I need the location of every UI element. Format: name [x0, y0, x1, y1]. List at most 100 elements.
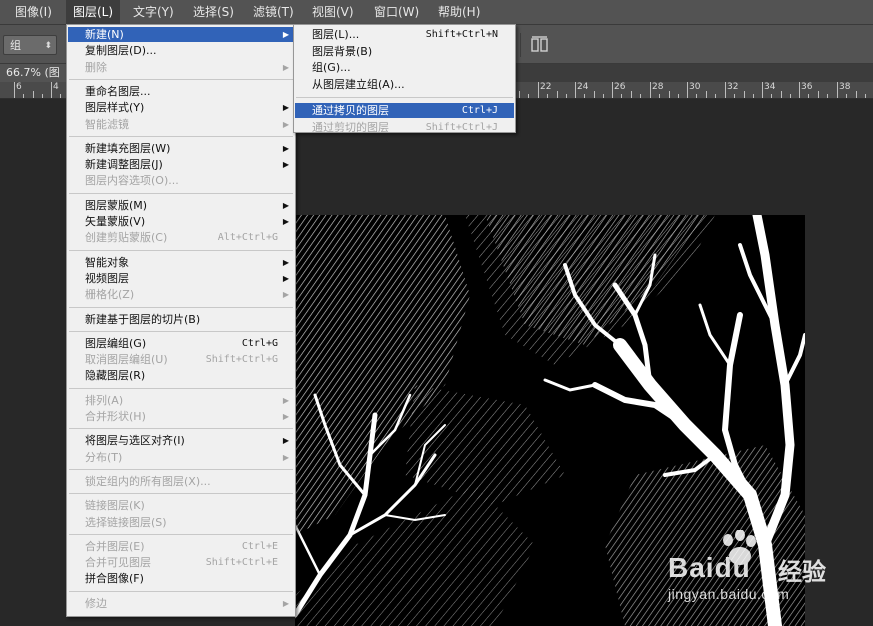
menu-item: 合并可见图层 Shift+Ctrl+E	[68, 555, 294, 570]
menu-item[interactable]: 新建调整图层(J) ▶	[68, 157, 294, 172]
updown-arrow-icon: ⬍	[44, 41, 52, 51]
menu-item-shortcut: Ctrl+J	[461, 104, 498, 116]
ruler-minor-tick	[594, 91, 595, 98]
menu-separator	[69, 428, 293, 430]
ruler-major-tick	[538, 82, 539, 98]
submenu-arrow-icon: ▶	[282, 436, 289, 446]
submenu-arrow-icon: ▶	[282, 395, 289, 405]
menu-item[interactable]: 重命名图层...	[68, 84, 294, 99]
submenu-arrow-icon: ▶	[282, 598, 289, 608]
ruler-minor-tick	[33, 91, 34, 98]
menu-item-label: 组(G)...	[312, 61, 351, 75]
ruler-minor-tick	[781, 91, 782, 98]
menu-item: 分布(T) ▶	[68, 450, 294, 465]
menu-item[interactable]: 视频图层 ▶	[68, 271, 294, 286]
ruler-major-tick	[575, 82, 576, 98]
menu-separator	[69, 387, 293, 389]
menu-item[interactable]: 图层(L)... Shift+Ctrl+N	[295, 27, 514, 42]
menu-item[interactable]: 图层蒙版(M) ▶	[68, 198, 294, 213]
ruler-label: 36	[801, 82, 813, 92]
menu-item-label: 修边	[85, 596, 107, 610]
ruler-minor-tick	[60, 94, 61, 98]
auto-select-value: 组	[10, 39, 21, 52]
menu-item-label: 重命名图层...	[85, 84, 151, 98]
ruler-minor-tick	[753, 94, 754, 98]
menu-item-label: 从图层建立组(A)...	[312, 78, 405, 92]
menu-item-label: 图层样式(Y)	[85, 101, 145, 115]
ruler-label: 30	[689, 82, 701, 92]
menu-item[interactable]: 将图层与选区对齐(I) ▶	[68, 433, 294, 448]
ruler-minor-tick	[744, 91, 745, 98]
ruler-minor-tick	[818, 91, 819, 98]
menu-item: 栅格化(Z) ▶	[68, 287, 294, 302]
menu-image[interactable]: 图像(I)	[8, 0, 59, 24]
menu-layer[interactable]: 图层(L)	[66, 0, 121, 24]
ruler-minor-tick	[771, 94, 772, 98]
ruler-minor-tick	[547, 94, 548, 98]
ruler-minor-tick	[519, 91, 520, 98]
menu-item-label: 分布(T)	[85, 450, 123, 464]
menu-item[interactable]: 矢量蒙版(V) ▶	[68, 214, 294, 229]
ruler-major-tick	[14, 82, 15, 98]
menu-item: 选择链接图层(S)	[68, 515, 294, 530]
menu-view[interactable]: 视图(V)	[305, 0, 361, 24]
menu-item-label: 矢量蒙版(V)	[85, 215, 146, 228]
auto-select-dropdown[interactable]: 组 ⬍	[3, 35, 57, 55]
ruler-label: 4	[53, 82, 59, 92]
submenu-arrow-icon: ▶	[282, 143, 289, 153]
menu-item[interactable]: 图层背景(B)	[295, 44, 514, 59]
submenu-arrow-icon: ▶	[282, 160, 289, 170]
distribute-icon[interactable]	[528, 34, 552, 56]
menu-filter[interactable]: 滤镜(T)	[246, 0, 301, 24]
menu-separator	[69, 330, 293, 332]
menu-separator	[69, 533, 293, 535]
menu-item[interactable]: 隐藏图层(R)	[68, 368, 294, 383]
ruler-major-tick	[687, 82, 688, 98]
document-tab[interactable]: 66.7% (图	[0, 64, 66, 82]
submenu-arrow-icon: ▶	[282, 119, 289, 129]
ruler-label: 6	[16, 82, 22, 92]
menu-item-label: 将图层与选区对齐(I)	[85, 434, 185, 448]
menu-item-label: 新建基于图层的切片(B)	[85, 312, 201, 326]
menu-item-label: 链接图层(K)	[85, 499, 145, 513]
menu-item-shortcut: Shift+Ctrl+J	[425, 121, 498, 133]
ruler-minor-tick	[640, 94, 641, 98]
menu-type[interactable]: 文字(Y)	[126, 0, 181, 24]
menu-separator	[69, 468, 293, 470]
menu-item[interactable]: 拼合图像(F)	[68, 571, 294, 586]
menu-item-shortcut: Ctrl+E	[241, 540, 278, 552]
ruler-minor-tick	[846, 94, 847, 98]
ruler-minor-tick	[42, 94, 43, 98]
menu-item-label: 图层背景(B)	[312, 44, 373, 58]
document-tab-label: 66.7% (图	[6, 66, 60, 79]
menu-item[interactable]: 通过拷贝的图层 Ctrl+J	[295, 102, 514, 118]
menu-item[interactable]: 智能对象 ▶	[68, 255, 294, 270]
menu-item[interactable]: 新建填充图层(W) ▶	[68, 141, 294, 156]
menu-item[interactable]: 新建基于图层的切片(B)	[68, 312, 294, 327]
ruler-major-tick	[612, 82, 613, 98]
menu-item-label: 取消图层编组(U)	[85, 353, 168, 367]
submenu-arrow-icon: ▶	[282, 30, 289, 39]
menu-help[interactable]: 帮助(H)	[431, 0, 487, 24]
menu-select[interactable]: 选择(S)	[186, 0, 241, 24]
ruler-minor-tick	[669, 91, 670, 98]
menu-item[interactable]: 组(G)...	[295, 60, 514, 75]
submenu-arrow-icon: ▶	[282, 62, 289, 72]
menu-separator	[69, 249, 293, 251]
ruler-minor-tick	[696, 94, 697, 98]
menu-item[interactable]: 图层样式(Y) ▶	[68, 100, 294, 115]
menu-item-shortcut: Ctrl+G	[241, 337, 278, 349]
menu-item[interactable]: 图层编组(G) Ctrl+G	[68, 336, 294, 351]
ruler-minor-tick	[621, 94, 622, 98]
watermark-jingyan: 经验	[778, 559, 826, 586]
submenu-arrow-icon: ▶	[282, 103, 289, 113]
menu-item[interactable]: 从图层建立组(A)...	[295, 77, 514, 92]
submenu-arrow-icon: ▶	[282, 200, 289, 210]
ruler-minor-tick	[23, 94, 24, 98]
menu-item[interactable]: 复制图层(D)...	[68, 43, 294, 58]
menu-item-label: 合并形状(H)	[85, 410, 146, 423]
menu-window[interactable]: 窗口(W)	[367, 0, 426, 24]
ruler-minor-tick	[566, 94, 567, 98]
menu-item: 取消图层编组(U) Shift+Ctrl+G	[68, 352, 294, 367]
menu-item[interactable]: 新建(N) ▶	[68, 27, 294, 42]
